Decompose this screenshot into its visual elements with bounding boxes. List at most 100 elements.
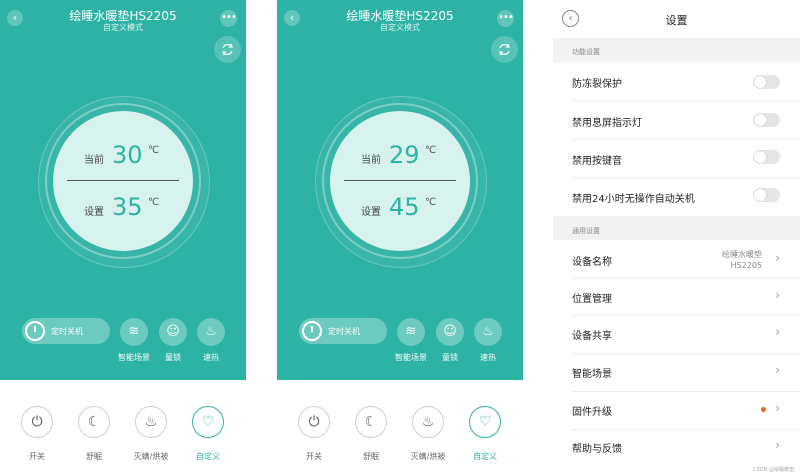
child-lock-button[interactable]: ☺ <box>436 318 464 346</box>
chevron-right-icon: › <box>775 288 780 302</box>
heart-icon: ♡ <box>201 414 215 430</box>
quick-heat-label: 速热 <box>203 353 219 362</box>
timer-shutdown-button[interactable]: 定时关机 <box>299 318 387 344</box>
dial-divider <box>344 180 456 181</box>
bed-heat-icon: ♨ <box>144 414 158 430</box>
phone-screen-2: ‹ 绘睡水暖垫HS2205 自定义模式 ••• 当前 29 ℃ 设置 45 ℃ … <box>277 0 523 475</box>
power-icon: ⏻ <box>31 414 43 430</box>
watermark: CSDN @绘睡暖垫 <box>753 467 794 473</box>
device-share-row[interactable]: 设备共享 › <box>553 316 800 353</box>
mite-kill-button[interactable]: ♨ <box>412 406 444 438</box>
top-bar: ‹ 绘睡水暖垫HS2205 自定义模式 ••• <box>277 0 523 40</box>
current-temperature: 29 <box>389 141 420 169</box>
temperature-dial: 当前 30 ℃ 设置 35 ℃ <box>53 111 193 251</box>
row-label: 设备共享 <box>572 331 612 342</box>
sleep-button[interactable]: ☾ <box>355 406 387 438</box>
custom-button[interactable]: ♡ <box>469 406 501 438</box>
row-label: 防冻裂保护 <box>572 79 622 90</box>
refresh-icon <box>222 43 233 56</box>
row-label: 智能场景 <box>572 369 612 380</box>
sleep-label: 舒眠 <box>363 452 379 461</box>
section-header-general: 通用设置 <box>553 216 800 240</box>
baby-face-icon: ☺ <box>166 324 180 339</box>
power-label: 开关 <box>29 452 45 461</box>
smart-scene-button[interactable]: ≋ <box>120 318 148 346</box>
refresh-icon <box>499 43 510 56</box>
more-button[interactable]: ••• <box>220 10 237 27</box>
auto-off-toggle[interactable] <box>753 188 780 202</box>
smart-scene-row[interactable]: 智能场景 › <box>553 354 800 391</box>
key-sound-toggle[interactable] <box>753 150 780 164</box>
chevron-right-icon: › <box>775 251 780 265</box>
power-button[interactable]: ⏻ <box>21 406 53 438</box>
clock-icon <box>302 321 322 341</box>
moon-icon: ☾ <box>364 414 378 430</box>
custom-label: 自定义 <box>473 452 497 461</box>
mode-subtitle: 自定义模式 <box>103 23 143 32</box>
mode-subtitle: 自定义模式 <box>380 23 420 32</box>
chevron-right-icon: › <box>775 325 780 339</box>
toggle-row-screen-light: 禁用息屏指示灯 <box>553 101 800 139</box>
set-unit: ℃ <box>148 197 160 208</box>
device-name-row[interactable]: 设备名称 绘睡水暖垫 HS2205 › <box>553 240 800 278</box>
row-label: 禁用息屏指示灯 <box>572 118 642 129</box>
set-label: 设置 <box>361 207 381 218</box>
settings-screen: ‹ 设置 功能设置 防冻裂保护 禁用息屏指示灯 禁用按键音 禁用24小时无操作自… <box>553 0 800 475</box>
power-icon: ⏻ <box>308 414 320 430</box>
layers-icon: ≋ <box>128 324 140 339</box>
refresh-button[interactable] <box>214 36 241 63</box>
update-dot-icon <box>761 407 766 412</box>
chevron-right-icon: › <box>775 363 780 377</box>
timer-label: 定时关机 <box>51 327 83 336</box>
mite-kill-button[interactable]: ♨ <box>135 406 167 438</box>
baby-face-icon: ☺ <box>443 324 457 339</box>
device-name-line-1: 绘睡水暖垫 <box>722 250 762 259</box>
heat-waves-icon: ♨ <box>205 324 217 339</box>
row-label: 设备名称 <box>572 257 612 268</box>
row-label: 帮助与反馈 <box>572 444 622 455</box>
row-label: 位置管理 <box>572 294 612 305</box>
chevron-right-icon: › <box>775 401 780 415</box>
set-temperature: 35 <box>112 193 143 221</box>
current-label: 当前 <box>361 155 381 166</box>
toggle-row-auto-off: 禁用24小时无操作自动关机 <box>553 178 800 215</box>
temperature-dial: 当前 29 ℃ 设置 45 ℃ <box>330 111 470 251</box>
location-row[interactable]: 位置管理 › <box>553 279 800 315</box>
phone-screen-1: ‹ 绘睡水暖垫HS2205 自定义模式 ••• 当前 30 ℃ 设置 35 ℃ … <box>0 0 246 475</box>
screen-light-toggle[interactable] <box>753 113 780 127</box>
section-label: 功能设置 <box>572 48 600 56</box>
timer-label: 定时关机 <box>328 327 360 336</box>
custom-label: 自定义 <box>196 452 220 461</box>
quick-heat-label: 速热 <box>480 353 496 362</box>
quick-heat-button[interactable]: ♨ <box>197 318 225 346</box>
device-name-line-2: HS2205 <box>730 261 762 270</box>
set-unit: ℃ <box>425 197 437 208</box>
child-lock-button[interactable]: ☺ <box>159 318 187 346</box>
refresh-button[interactable] <box>491 36 518 63</box>
device-name-value: 绘睡水暖垫 HS2205 <box>722 249 762 271</box>
current-unit: ℃ <box>425 145 437 156</box>
toggle-row-key-sound: 禁用按键音 <box>553 140 800 177</box>
section-label: 通用设置 <box>572 227 600 235</box>
moon-icon: ☾ <box>87 414 101 430</box>
mite-kill-label: 灭螨/烘被 <box>133 452 169 461</box>
timer-shutdown-button[interactable]: 定时关机 <box>22 318 110 344</box>
power-button[interactable]: ⏻ <box>298 406 330 438</box>
row-label: 禁用24小时无操作自动关机 <box>572 194 695 205</box>
firmware-row[interactable]: 固件升级 › <box>553 392 800 429</box>
sleep-label: 舒眠 <box>86 452 102 461</box>
chevron-right-icon: › <box>775 438 780 452</box>
help-row[interactable]: 帮助与反馈 › <box>553 430 800 467</box>
sleep-button[interactable]: ☾ <box>78 406 110 438</box>
bed-heat-icon: ♨ <box>421 414 435 430</box>
quick-heat-button[interactable]: ♨ <box>474 318 502 346</box>
antifreeze-toggle[interactable] <box>753 75 780 89</box>
settings-title: 设置 <box>665 14 688 27</box>
smart-scene-button[interactable]: ≋ <box>397 318 425 346</box>
set-temperature: 45 <box>389 193 420 221</box>
row-label: 固件升级 <box>572 407 612 418</box>
top-bar: ‹ 绘睡水暖垫HS2205 自定义模式 ••• <box>0 0 246 40</box>
set-label: 设置 <box>84 207 104 218</box>
custom-button[interactable]: ♡ <box>192 406 224 438</box>
more-button[interactable]: ••• <box>497 10 514 27</box>
